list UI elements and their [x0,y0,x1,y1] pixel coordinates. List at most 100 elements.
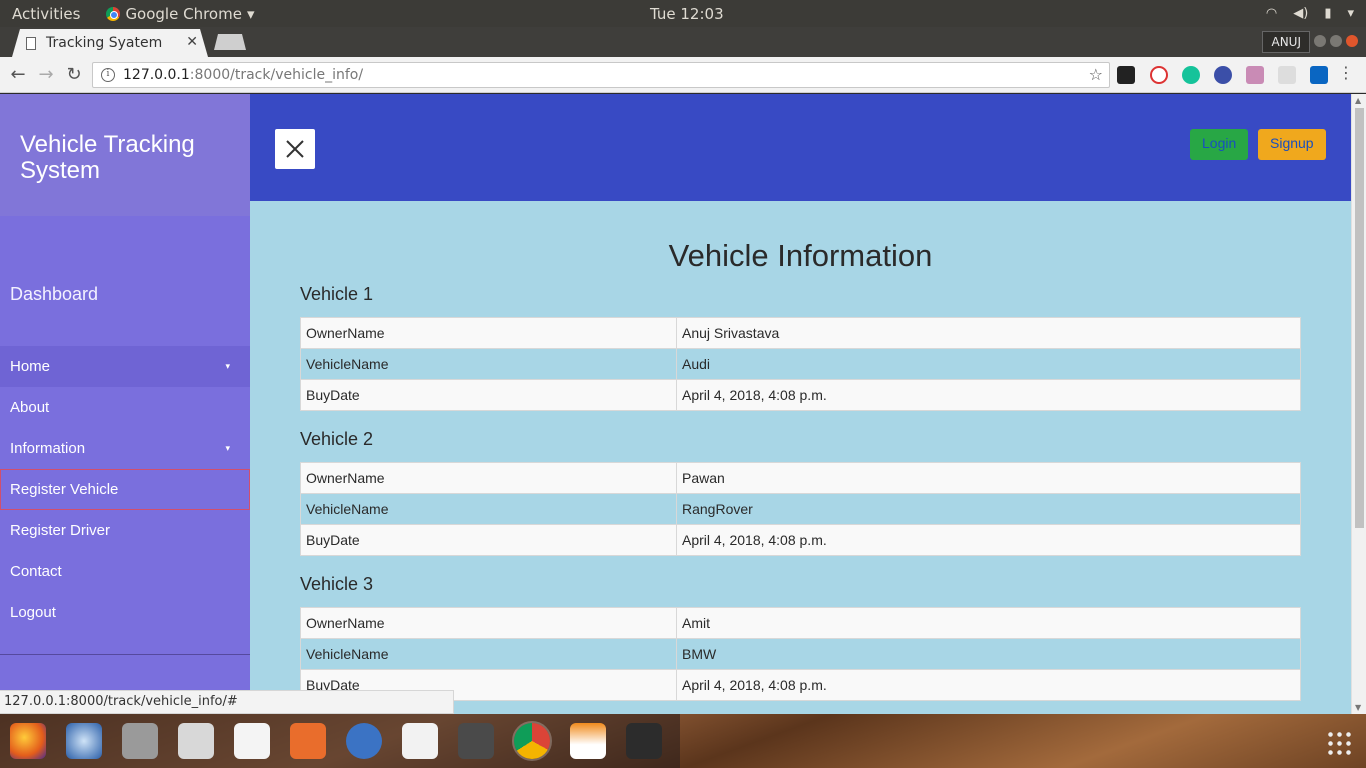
writer-icon[interactable] [234,723,270,759]
table-cell: April 4, 2018, 4:08 p.m. [676,669,1301,701]
browser-toolbar: ← → ↻ i 127.0.0.1:8000/track/vehicle_inf… [0,57,1366,93]
scroll-down-icon[interactable]: ▼ [1355,703,1361,712]
signup-button[interactable]: Signup [1258,129,1326,160]
dock-icons [0,714,680,768]
bookmark-star-icon[interactable]: ☆ [1089,65,1103,84]
sidebar-dashboard-heading: Dashboard [10,284,99,304]
table-row: VehicleName RangRover [300,493,1301,525]
maximize-icon[interactable] [1330,35,1342,47]
vehicle-table: OwnerName Amit VehicleName BMW BuyDate Apri… [300,607,1301,701]
table-row: OwnerName Pawan [300,462,1301,494]
sidebar-item-label: Home [10,358,51,375]
table-cell: Anuj Srivastava [676,317,1301,349]
chevron-down-icon: ▾ [246,4,255,23]
taskbar-dock [0,714,1366,768]
table-cell: BuyDate [300,524,677,556]
extension-photo-icon[interactable] [1246,66,1264,84]
show-applications-icon[interactable] [1326,730,1352,756]
software-center-icon[interactable] [290,723,326,759]
reload-icon[interactable]: ↻ [62,63,86,87]
main-content: Vehicle Information Vehicle 1 OwnerName A… [300,201,1301,714]
vehicle-heading: Vehicle 2 [300,429,374,449]
table-cell: April 4, 2018, 4:08 p.m. [676,379,1301,411]
sidebar-toggle-button[interactable] [275,129,315,169]
close-icon [286,140,304,158]
clock[interactable]: Tue 12:03 [650,5,724,23]
volume-icon[interactable]: ◀) [1293,6,1308,21]
linkedin-icon[interactable] [1310,66,1328,84]
link-status-bubble: 127.0.0.1:8000/track/vehicle_info/# [0,690,454,714]
tab-close-icon[interactable]: ✕ [186,34,198,50]
grammarly-icon[interactable] [1182,66,1200,84]
chevron-down-icon[interactable]: ▾ [1347,6,1354,21]
url-host: 127.0.0.1 [123,67,190,83]
vehicle-table: OwnerName Anuj Srivastava VehicleName Audi… [300,317,1301,411]
url-path: :8000/track/vehicle_info/ [189,67,364,83]
login-button[interactable]: Login [1190,129,1249,160]
terminal-icon[interactable] [626,723,662,759]
rhythmbox-icon[interactable] [178,723,214,759]
amazon-icon[interactable] [402,723,438,759]
sublime-text-icon[interactable] [458,723,494,759]
sidebar-item-contact[interactable]: Contact [0,551,250,592]
sidebar-item-label: Information [10,440,86,457]
battery-icon[interactable]: ▮ [1324,6,1331,21]
table-cell: Amit [676,607,1301,639]
table-cell: VehicleName [300,638,677,670]
page-scrollbar[interactable]: ▲ ▼ [1351,94,1366,714]
info-icon[interactable]: i [101,68,115,82]
back-arrow-icon[interactable]: ← [6,63,30,87]
window-close-icon[interactable] [1346,35,1358,47]
system-tray[interactable]: ◠ ◀) ▮ ▾ [1266,6,1354,21]
sidebar-brand[interactable]: Vehicle Tracking System [0,94,250,216]
sidebar-item-label: Register Driver [10,522,111,539]
sidebar-item-logout[interactable]: Logout [0,592,250,633]
thunderbird-icon[interactable] [66,723,102,759]
sidebar: Vehicle Tracking System Dashboard Home ▾… [0,94,250,714]
forward-arrow-icon[interactable]: → [34,63,58,87]
vlc-icon[interactable] [570,723,606,759]
table-cell: VehicleName [300,493,677,525]
files-icon[interactable] [122,723,158,759]
table-row: BuyDate April 4, 2018, 4:08 p.m. [300,524,1301,556]
table-cell: OwnerName [300,462,677,494]
address-bar[interactable]: i 127.0.0.1:8000/track/vehicle_info/ ☆ [92,62,1110,88]
app-menu-label: Google Chrome [125,4,242,23]
firefox-icon[interactable] [10,723,46,759]
sidebar-item-about[interactable]: About [0,387,250,428]
help-icon[interactable] [346,723,382,759]
scroll-up-icon[interactable]: ▲ [1355,96,1361,105]
extension-shield-icon[interactable] [1150,66,1168,84]
page-viewport: Vehicle Tracking System Dashboard Home ▾… [0,94,1366,714]
wifi-icon[interactable]: ◠ [1266,6,1277,21]
page-title: Vehicle Information [668,238,933,273]
activities-button[interactable]: Activities [12,5,80,23]
sidebar-item-label: Contact [10,563,62,580]
extension-unicorn-icon[interactable] [1117,66,1135,84]
sidebar-item-register-vehicle[interactable]: Register Vehicle [0,469,250,510]
new-tab-button[interactable] [214,34,246,50]
browser-tab[interactable]: Tracking Syatem ✕ [12,29,208,57]
sidebar-item-information[interactable]: Information ▾ [0,428,250,469]
sidebar-item-label: About [10,399,50,416]
scrollbar-thumb[interactable] [1355,108,1364,528]
table-row: VehicleName Audi [300,348,1301,380]
sidebar-item-label: Logout [10,604,56,621]
page-header: Login Signup [250,94,1351,201]
extension-mail-icon[interactable] [1278,66,1296,84]
table-cell: April 4, 2018, 4:08 p.m. [676,524,1301,556]
app-menu[interactable]: Google Chrome ▾ [106,5,254,23]
sidebar-item-register-driver[interactable]: Register Driver [0,510,250,551]
chrome-menu-icon[interactable]: ⋮ [1338,63,1354,82]
system-top-bar: Activities Google Chrome ▾ Tue 12:03 ◠ ◀… [0,0,1366,27]
table-row: OwnerName Amit [300,607,1301,639]
minimize-icon[interactable] [1314,35,1326,47]
extension-globe-icon[interactable] [1214,66,1232,84]
sidebar-item-home[interactable]: Home ▾ [0,346,250,387]
sidebar-menu: Home ▾ About Information ▾ Register Vehi… [0,346,250,633]
profile-button[interactable]: ANUJ [1262,31,1310,53]
sidebar-item-label: Register Vehicle [10,481,119,498]
chrome-icon[interactable] [512,721,552,761]
chevron-down-icon: ▾ [225,361,230,371]
table-cell: BMW [676,638,1301,670]
